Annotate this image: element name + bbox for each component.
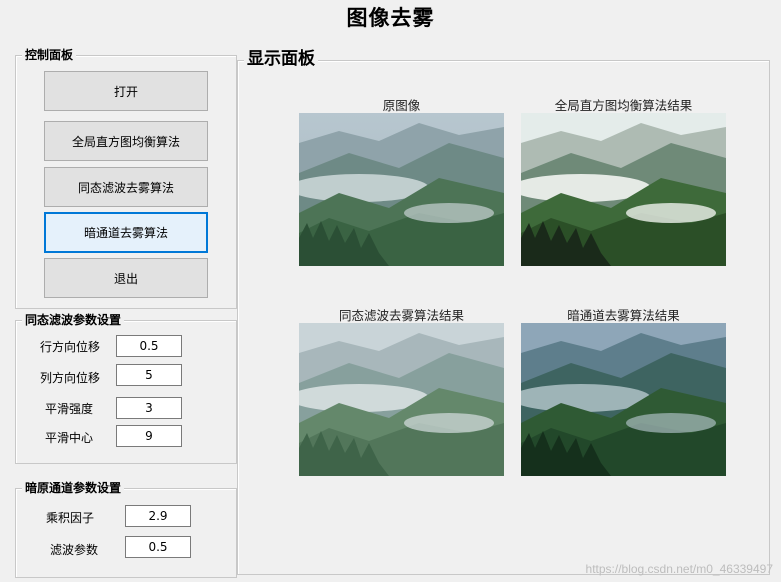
control-panel-title: 控制面板 (22, 47, 77, 63)
image-caption-homomorphic: 同态滤波去雾算法结果 (338, 308, 464, 323)
window-title: 图像去雾 (346, 6, 435, 30)
row-shift-label: 行方向位移 (39, 340, 100, 354)
smoothing-center-label: 平滑中心 (44, 431, 93, 445)
homomorphic-result-image (299, 323, 504, 476)
dark-channel-params-title: 暗原通道参数设置 (22, 480, 125, 496)
dark-channel-params-panel: 暗原通道参数设置 (15, 480, 237, 578)
homomorphic-params-title: 同态滤波参数设置 (22, 312, 125, 328)
image-caption-dark-channel: 暗通道去雾算法结果 (567, 308, 680, 323)
smoothing-strength-label: 平滑强度 (44, 402, 93, 416)
dark-channel-result-image (521, 323, 726, 476)
exit-button[interactable]: 退出 (44, 258, 208, 298)
row-shift-input[interactable]: 0.5 (116, 335, 182, 357)
filter-param-label: 滤波参数 (49, 543, 98, 557)
product-factor-label: 乘积因子 (45, 511, 94, 525)
image-caption-histogram: 全局直方图均衡算法结果 (554, 98, 693, 113)
col-shift-label: 列方向位移 (39, 371, 100, 385)
image-caption-original: 原图像 (382, 98, 421, 113)
dark-channel-button[interactable]: 暗通道去雾算法 (44, 212, 208, 253)
homomorphic-filter-button[interactable]: 同态滤波去雾算法 (44, 167, 208, 207)
histogram-result-image (521, 113, 726, 266)
smoothing-strength-input[interactable]: 3 (116, 397, 182, 419)
filter-param-input[interactable]: 0.5 (125, 536, 191, 558)
display-panel-title: 显示面板 (244, 48, 318, 70)
smoothing-center-input[interactable]: 9 (116, 425, 182, 447)
histogram-equalization-button[interactable]: 全局直方图均衡算法 (44, 121, 208, 161)
col-shift-input[interactable]: 5 (116, 364, 182, 386)
product-factor-input[interactable]: 2.9 (125, 505, 191, 527)
watermark-text: https://blog.csdn.net/m0_46339497 (585, 562, 773, 576)
open-button[interactable]: 打开 (44, 71, 208, 111)
original-image (299, 113, 504, 266)
